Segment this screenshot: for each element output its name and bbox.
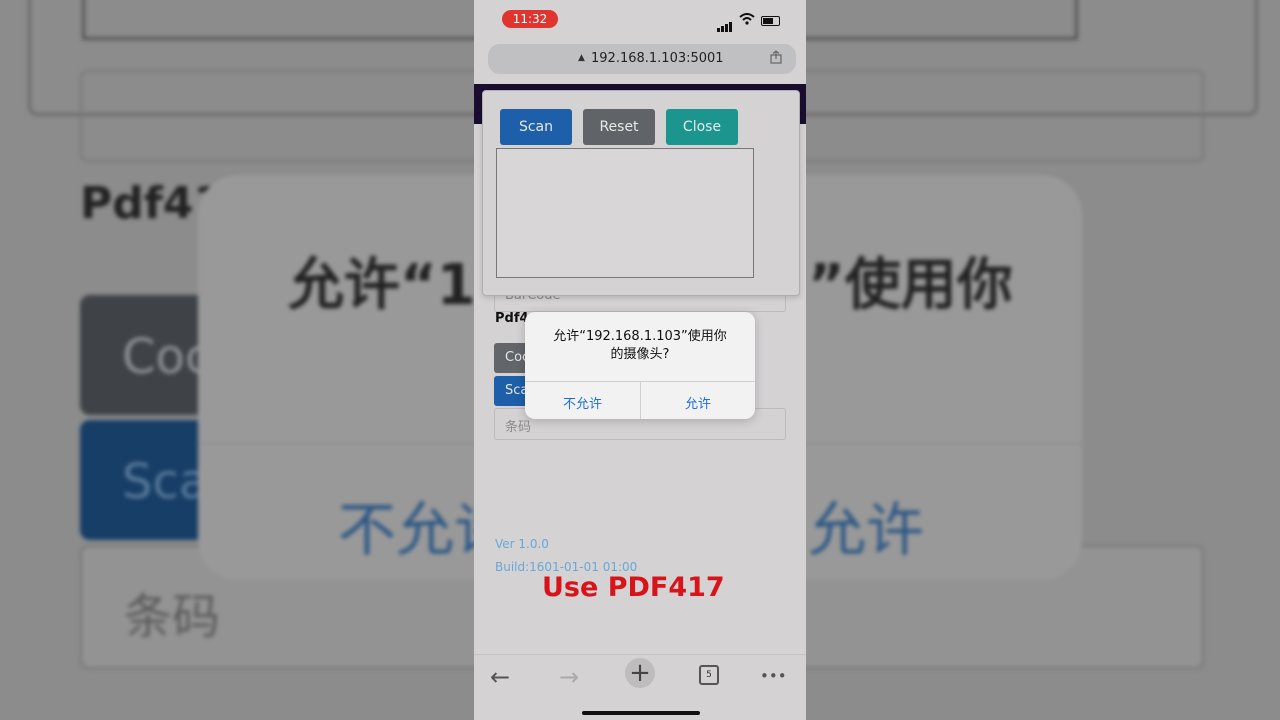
bg-scan-button-label: Sca — [122, 454, 209, 510]
bg-barcode-placeholder: 条码 — [124, 589, 221, 645]
address-bar[interactable]: ▲ 192.168.1.103:5001 — [488, 44, 796, 74]
scanner-panel: Scan Reset Close — [482, 90, 800, 296]
deny-button[interactable]: 不允许 — [525, 393, 640, 412]
camera-preview — [496, 148, 754, 278]
alert-title-line2: 的摄像头? — [610, 347, 670, 362]
alert-title: 允许“192.168.1.103”使用你 的摄像头? — [525, 328, 755, 364]
warning-icon: ▲ — [578, 53, 585, 63]
status-time: 11:32 — [502, 10, 558, 28]
phone-screen: 11:32 ▲ 192.168.1.103:5001 BarCode Pdf4 … — [474, 0, 806, 720]
new-tab-icon[interactable]: + — [625, 658, 655, 688]
status-bar: 11:32 — [474, 0, 806, 40]
version-text: Ver 1.0.0 — [495, 537, 549, 551]
reset-button[interactable]: Reset — [583, 109, 655, 145]
bg-allow-label: 允许 — [808, 496, 925, 564]
more-icon[interactable]: ••• — [760, 667, 787, 685]
camera-permission-alert: 允许“192.168.1.103”使用你 的摄像头? 不允许 允许 — [525, 312, 755, 419]
alert-title-line1: 允许“192.168.1.103”使用你 — [553, 329, 727, 344]
scan-button[interactable]: Scan — [500, 109, 572, 145]
bg-dialog-title-right: ”使用你 — [808, 253, 1013, 318]
back-arrow-icon[interactable]: ← — [490, 663, 510, 691]
video-caption: Use PDF417 — [542, 572, 725, 603]
battery-icon — [761, 16, 780, 26]
allow-button[interactable]: 允许 — [641, 393, 755, 412]
forward-arrow-icon[interactable]: → — [559, 663, 579, 691]
close-button[interactable]: Close — [666, 109, 738, 145]
wifi-icon — [739, 13, 755, 28]
url-text[interactable]: 192.168.1.103:5001 — [591, 51, 724, 66]
pdf417-label: Pdf4 — [495, 311, 529, 326]
browser-toolbar: ← → + 5 ••• — [474, 654, 806, 720]
signal-icon — [717, 13, 733, 32]
home-indicator — [582, 711, 700, 715]
share-icon[interactable] — [770, 50, 782, 68]
barcode-input-placeholder: 条码 — [505, 420, 532, 435]
tab-count-icon[interactable]: 5 — [699, 665, 719, 685]
